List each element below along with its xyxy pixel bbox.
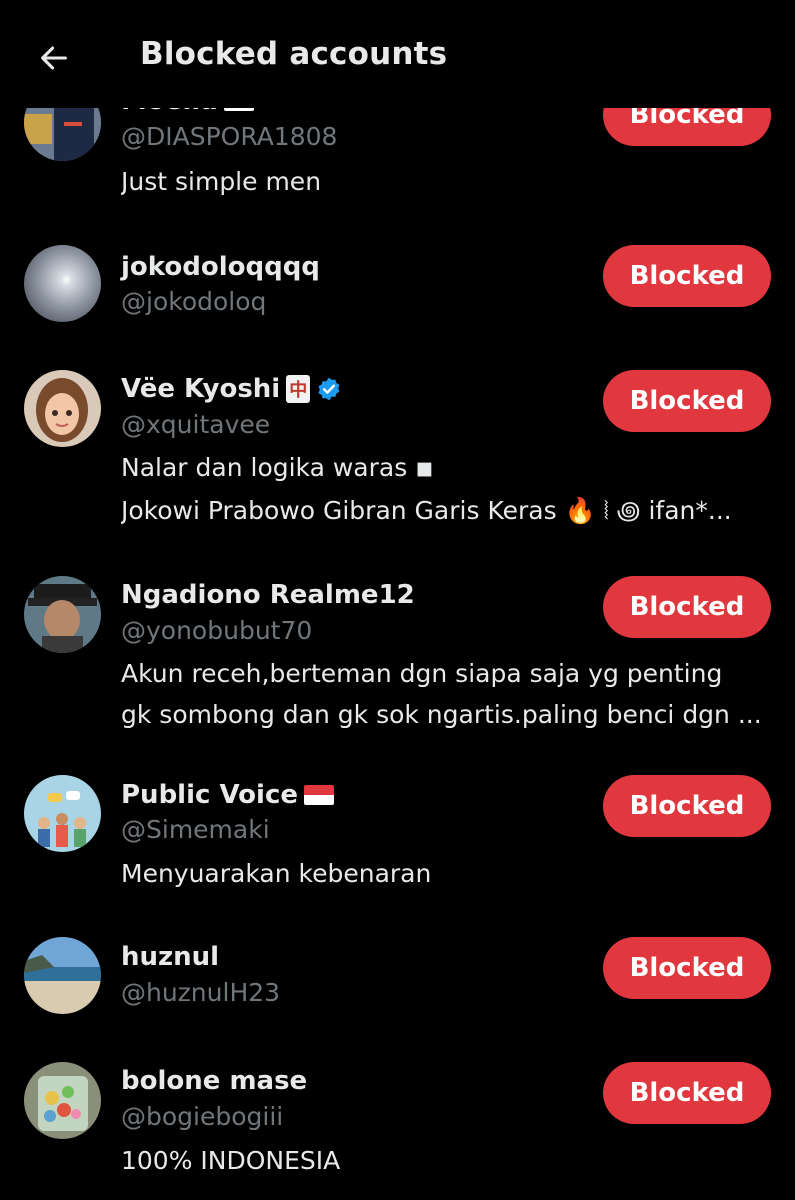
- account-bio-line-2: gk sombong dan gk sok ngartis.paling ben…: [121, 700, 762, 729]
- blocked-button[interactable]: Blocked: [603, 370, 771, 432]
- account-name: jokodoloqqqq: [121, 252, 320, 282]
- account-handle: @yonobubut70: [121, 616, 313, 645]
- blocked-button[interactable]: Blocked: [603, 576, 771, 638]
- verified-badge-icon: [318, 377, 340, 401]
- account-name: Ngadiono Realme12: [121, 580, 415, 610]
- avatar: [24, 245, 101, 322]
- account-handle: @DIASPORA1808: [121, 122, 338, 151]
- blocked-button[interactable]: Blocked: [603, 775, 771, 837]
- page-title: Blocked accounts: [140, 36, 448, 72]
- account-handle: @huznulH23: [121, 978, 281, 1007]
- back-button[interactable]: [30, 34, 78, 82]
- account-name: Vëe Kyoshi 中: [121, 374, 342, 404]
- avatar: [24, 370, 101, 447]
- account-bio: Just simple men: [121, 167, 322, 196]
- account-handle: @xquitavee: [121, 410, 271, 439]
- account-name: bolone mase: [121, 1066, 308, 1096]
- account-handle: @jokodoloq: [121, 287, 267, 316]
- arrow-left-icon: [41, 46, 67, 70]
- blocked-button[interactable]: Blocked: [603, 245, 771, 307]
- avatar: [24, 937, 101, 1014]
- mahjong-tile-icon: 中: [286, 375, 311, 403]
- blocked-button[interactable]: Blocked: [603, 937, 771, 999]
- account-handle: @bogiebogiii: [121, 1102, 284, 1131]
- account-handle: @Simemaki: [121, 815, 270, 844]
- blocked-accounts-list: Moelia @DIASPORA1808 Just simple men Blo…: [0, 0, 795, 1200]
- avatar: [24, 576, 101, 653]
- blocked-button[interactable]: Blocked: [603, 1062, 771, 1124]
- account-bio-line-1: Nalar dan logika waras ◾: [121, 453, 434, 482]
- avatar: [24, 775, 101, 852]
- account-bio: 100% INDONESIA: [121, 1146, 341, 1175]
- account-name: Public Voice: [121, 780, 334, 810]
- account-bio-line-1: Akun receh,berteman dgn siapa saja yg pe…: [121, 659, 723, 688]
- avatar: [24, 1062, 101, 1139]
- account-bio: Menyuarakan kebenaran: [121, 859, 432, 888]
- account-name: huznul: [121, 942, 220, 972]
- indonesia-flag-icon: [304, 785, 334, 805]
- top-app-bar: Blocked accounts: [0, 0, 795, 108]
- account-bio-line-2: Jokowi Prabowo Gibran Garis Keras 🔥 ⦚ ꩜ …: [121, 496, 732, 525]
